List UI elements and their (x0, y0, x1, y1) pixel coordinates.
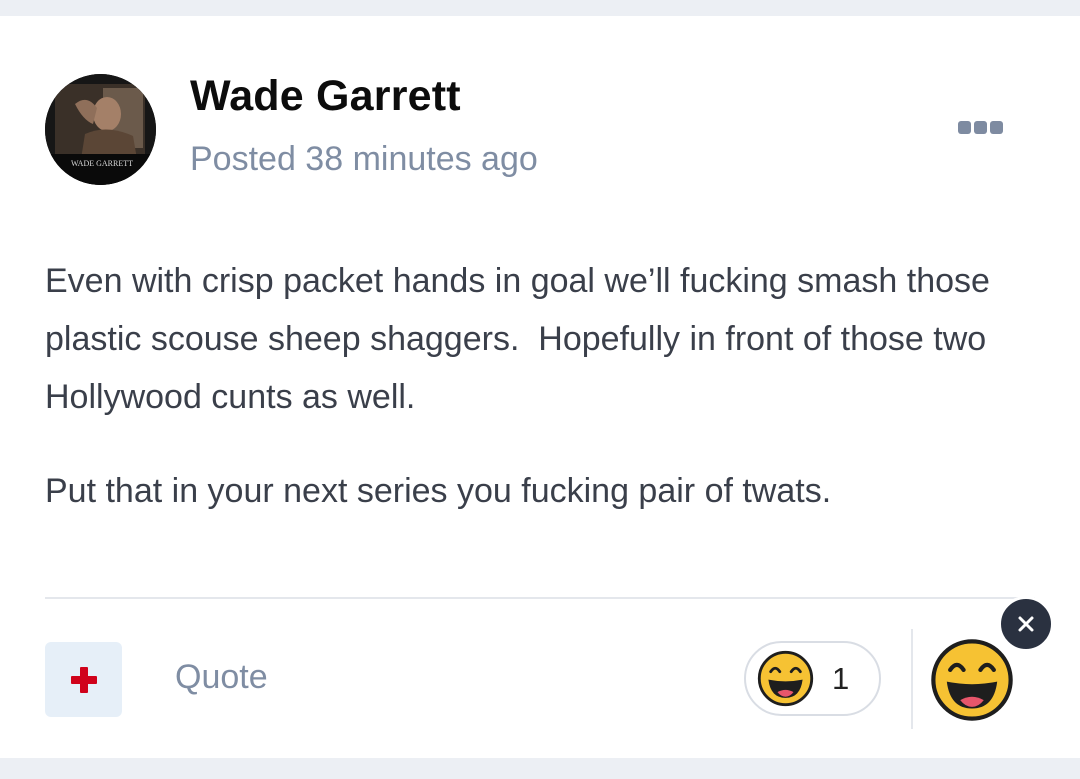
grinning-face-icon (931, 639, 1013, 721)
reaction-count: 1 (832, 660, 850, 696)
add-reaction-button[interactable] (45, 642, 122, 717)
grinning-face-icon (757, 650, 814, 707)
ellipsis-icon-dot (973, 120, 987, 134)
ellipsis-icon (957, 120, 971, 134)
post-paragraph: Put that in your next series you fucking… (45, 472, 832, 510)
posted-time[interactable]: Posted 38 minutes ago (190, 140, 538, 179)
post-card: WADE GARRETT Wade Garrett Posted 38 minu… (0, 16, 1080, 758)
divider (45, 597, 1035, 599)
avatar-caption: WADE GARRETT (71, 159, 133, 168)
more-options-button[interactable] (950, 112, 1010, 142)
post-body: Even with crisp packet hands in goal we’… (45, 252, 1045, 556)
close-reaction-button[interactable] (998, 596, 1054, 652)
quote-button[interactable]: Quote (175, 658, 268, 697)
ellipsis-icon-dot (989, 120, 1003, 134)
reaction-picker-emoji[interactable] (930, 638, 1014, 722)
footer-separator (911, 629, 913, 729)
close-icon (1018, 616, 1034, 632)
post-paragraph: Even with crisp packet hands in goal we’… (45, 262, 1000, 416)
avatar-photo: WADE GARRETT (45, 74, 156, 185)
reaction-summary-button[interactable]: 1 (744, 641, 881, 716)
author-name[interactable]: Wade Garrett (190, 72, 461, 121)
plus-icon (70, 666, 97, 693)
page-background (0, 758, 1080, 779)
avatar[interactable]: WADE GARRETT (45, 74, 156, 185)
